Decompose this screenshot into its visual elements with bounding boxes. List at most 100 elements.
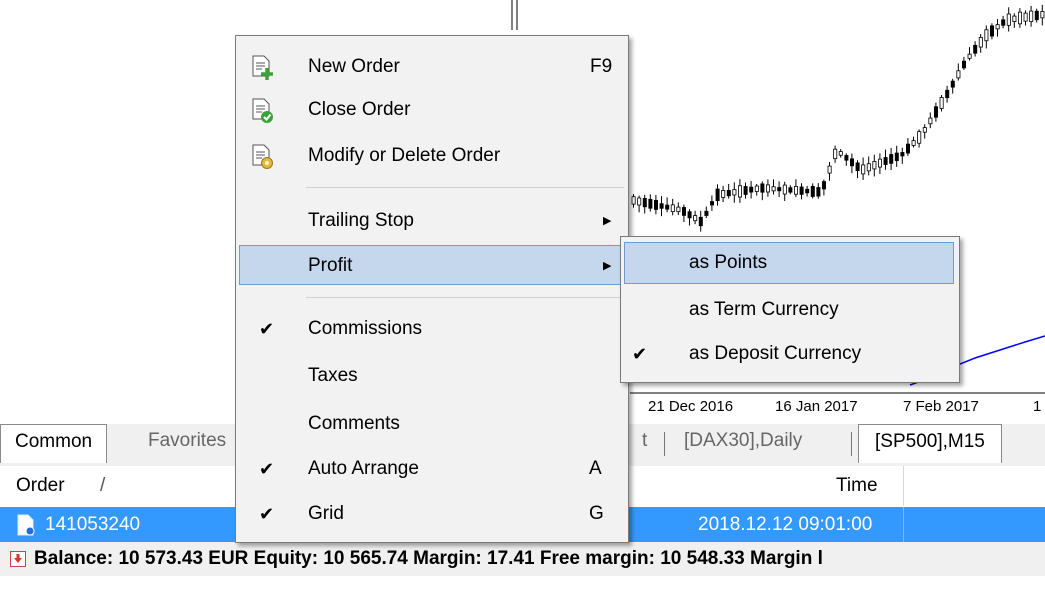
candle-body (1034, 10, 1039, 21)
menu-item-shortcut: A (589, 458, 602, 479)
menu-item-label: Commissions (308, 318, 423, 339)
column-header-time[interactable]: Time (836, 466, 878, 506)
candle-body (704, 210, 709, 216)
candle-body (738, 185, 743, 198)
menu-item-label: as Points (689, 252, 768, 273)
menu-item-taxes[interactable]: Taxes (239, 356, 625, 396)
check-icon: ✔ (632, 344, 648, 364)
tab-separator (851, 432, 852, 456)
menu-item-label: as Deposit Currency (689, 343, 862, 364)
candle-body (984, 29, 989, 42)
candle-body (889, 154, 894, 164)
candlestick-series (631, 4, 1045, 232)
menu-item-close-order[interactable]: Close Order (239, 90, 625, 130)
modify-order-icon (252, 144, 273, 169)
date-label: 7 Feb 2017 (903, 398, 979, 415)
candle-body (693, 215, 698, 222)
candle-body (726, 190, 731, 197)
menu-item-label: Taxes (308, 365, 358, 386)
candle-body (850, 158, 855, 167)
new-order-icon (252, 55, 273, 80)
submenu-arrow-icon: ▶ (603, 215, 612, 227)
tab-common[interactable]: Common (0, 424, 108, 463)
candle-body (721, 190, 726, 198)
candle-body (934, 106, 939, 118)
tab-favorites[interactable]: Favorites (148, 424, 226, 462)
sort-indicator: / (100, 475, 106, 496)
candle-body (1040, 11, 1045, 19)
candle-body (810, 185, 815, 197)
candle-body (928, 117, 933, 125)
candle-body (749, 186, 754, 193)
submenu-item-as-term-currency[interactable]: as Term Currency (624, 290, 954, 330)
column-header-order[interactable]: Order (16, 466, 65, 506)
candle-body (771, 186, 776, 192)
candle-body (732, 189, 737, 196)
account-summary-row: Balance: 10 573.43 EUR Equity: 10 565.74… (0, 542, 1045, 576)
menu-item-label: as Term Currency (689, 299, 839, 320)
menu-item-auto-arrange[interactable]: ✔ Auto Arrange A (239, 449, 625, 489)
menu-item-shortcut: F9 (590, 56, 613, 77)
check-icon: ✔ (259, 459, 275, 479)
candle-body (894, 152, 899, 161)
candle-body (782, 184, 787, 195)
candle-body (659, 203, 664, 209)
candle-body (648, 198, 653, 209)
candle-body (687, 211, 692, 219)
candle-body (906, 143, 911, 154)
candle-body (872, 161, 877, 170)
candle-body (1018, 11, 1023, 25)
tab-partial[interactable]: t (642, 424, 647, 462)
candle-body (962, 60, 967, 69)
candle-body (917, 131, 922, 144)
candle-body (922, 127, 927, 133)
column-divider[interactable] (903, 466, 904, 506)
candle-body (794, 185, 799, 195)
candle-body (682, 207, 687, 216)
candle-body (861, 164, 866, 175)
menu-item-commissions[interactable]: ✔ Commissions (239, 309, 625, 349)
menu-item-trailing-stop[interactable]: Trailing Stop ▶ (239, 201, 625, 241)
menu-item-modify-order[interactable]: Modify or Delete Order (239, 136, 625, 176)
tab-separator (664, 432, 665, 456)
menu-item-label: Comments (308, 413, 400, 434)
check-icon: ✔ (259, 319, 275, 339)
candle-body (760, 183, 765, 193)
submenu-item-as-points[interactable]: as Points (624, 242, 954, 284)
context-menu: New Order F9 Close Order Modify or Delet… (235, 35, 629, 543)
column-divider (903, 507, 904, 542)
candle-body (967, 53, 972, 59)
tab-sp500-m15[interactable]: [SP500],M15 (858, 424, 1002, 463)
candle-body (844, 155, 849, 161)
candle-body (1023, 12, 1028, 22)
candle-body (816, 187, 821, 197)
candle-body (1012, 15, 1017, 22)
date-label: 21 Dec 2016 (648, 398, 734, 415)
candle-body (788, 187, 793, 193)
candle-body (883, 157, 888, 165)
menu-item-label: Close Order (308, 99, 411, 120)
menu-item-label: Profit (308, 255, 353, 276)
tab-dax30-daily[interactable]: [DAX30],Daily (684, 424, 802, 462)
candle-body (1029, 10, 1034, 22)
down-arrow-icon (10, 551, 26, 567)
candle-body (642, 198, 647, 208)
submenu-item-as-deposit-currency[interactable]: ✔ as Deposit Currency (624, 334, 954, 374)
menu-item-grid[interactable]: ✔ Grid G (239, 494, 625, 534)
candle-body (799, 186, 804, 195)
check-icon: ✔ (259, 504, 275, 524)
submenu-arrow-icon: ▶ (603, 260, 612, 272)
candle-body (710, 201, 715, 206)
order-time: 2018.12.12 09:01:00 (698, 514, 873, 535)
menu-item-profit[interactable]: Profit ▶ (239, 245, 623, 285)
candle-body (838, 151, 843, 156)
date-label: 1 (1033, 398, 1042, 415)
menu-item-comments[interactable]: Comments (239, 404, 625, 444)
menu-item-label: Grid (308, 503, 344, 524)
menu-item-shortcut: G (589, 503, 604, 524)
candle-body (866, 163, 871, 172)
candle-body (900, 152, 905, 157)
candle-body (911, 140, 916, 146)
candle-body (990, 25, 995, 37)
menu-item-new-order[interactable]: New Order F9 (239, 47, 625, 87)
